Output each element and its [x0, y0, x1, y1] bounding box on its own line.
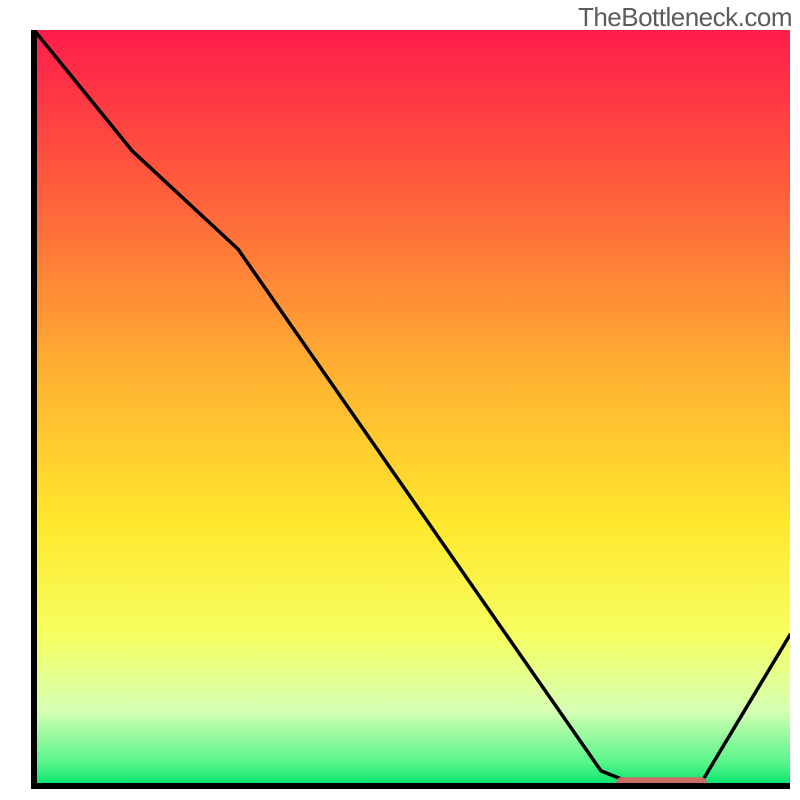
bottleneck-chart — [0, 0, 800, 800]
watermark-text: TheBottleneck.com — [578, 2, 792, 33]
plot-area — [34, 30, 790, 787]
chart-container: TheBottleneck.com — [0, 0, 800, 800]
gradient-background — [34, 30, 790, 786]
